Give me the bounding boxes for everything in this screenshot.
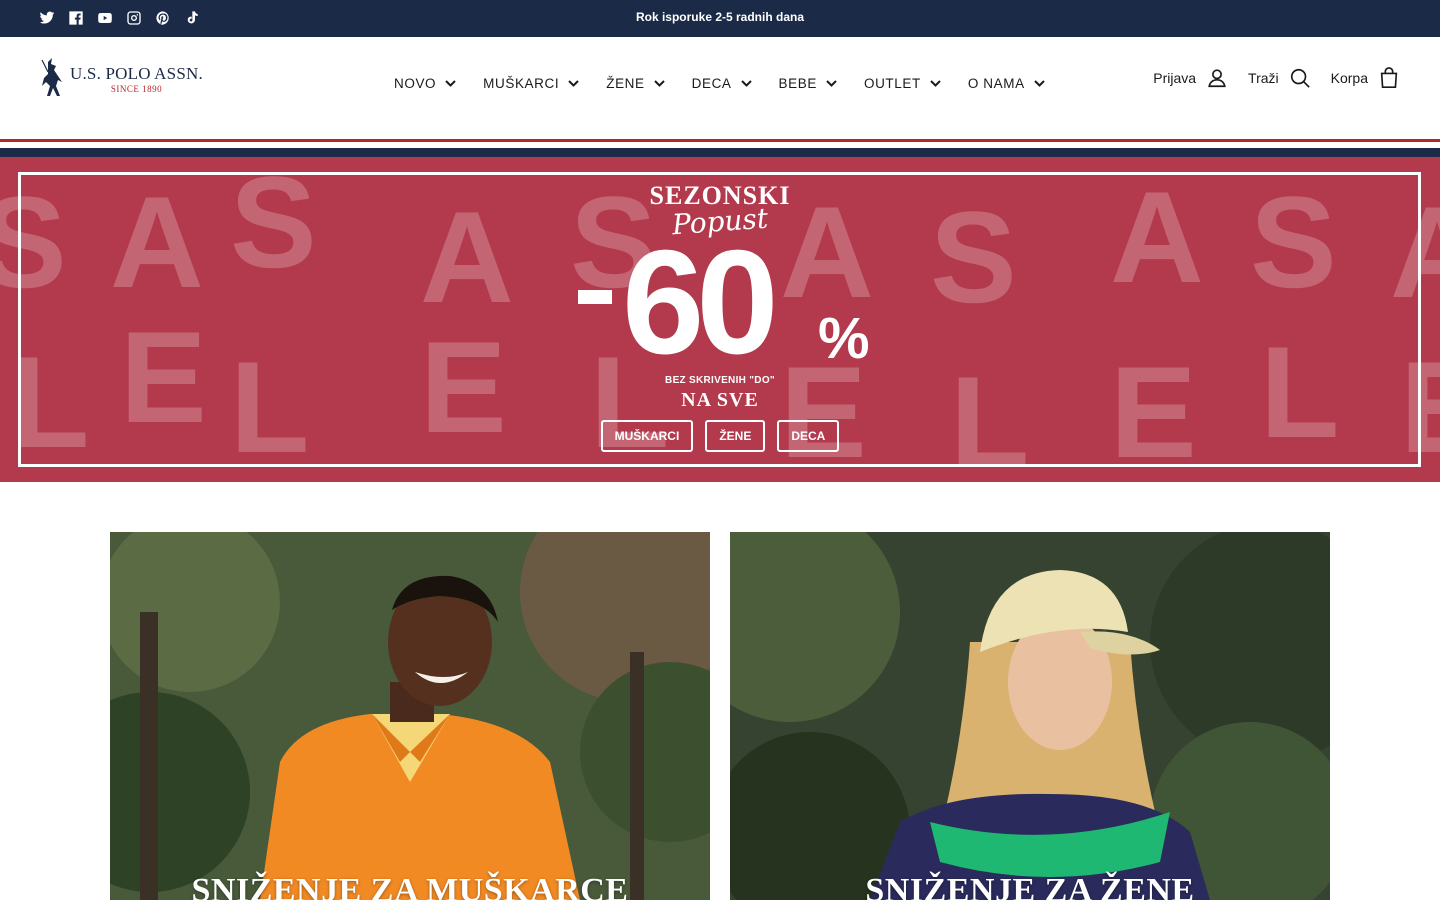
nav-item-o-nama[interactable]: O NAMA	[968, 76, 1045, 91]
chevron-down-icon	[930, 80, 941, 87]
cart-link[interactable]: Korpa	[1331, 67, 1400, 89]
banner-percent: %	[818, 306, 870, 371]
chevron-down-icon	[568, 80, 579, 87]
chevron-down-icon	[826, 80, 837, 87]
nav-item-zene[interactable]: ŽENE	[606, 76, 665, 91]
top-announcement-bar: Rok isporuke 2-5 radnih dana	[0, 0, 1440, 37]
banner-subtitle: NA SVE	[681, 389, 759, 411]
men-sale-photo	[110, 532, 710, 900]
nav-item-outlet[interactable]: OUTLET	[864, 76, 941, 91]
banner-button-deca[interactable]: DECA	[777, 420, 840, 452]
sale-banner[interactable]: S A S A S A S A S A L E L E L E L E L E …	[0, 157, 1440, 482]
banner-minus-sign	[578, 290, 612, 304]
main-nav: NOVO MUŠKARCI ŽENE DECA BEBE OUTLET O NA…	[394, 76, 1045, 91]
nav-label: BEBE	[778, 76, 817, 91]
site-header: U.S. POLO ASSN. SINCE 1890 NOVO MUŠKARCI…	[0, 37, 1440, 137]
nav-label: O NAMA	[967, 76, 1025, 91]
polo-player-icon	[41, 58, 62, 96]
women-card-title: SNIŽENJE ZA ŽENE	[865, 872, 1195, 900]
login-label: Prijava	[1153, 70, 1197, 86]
nav-label: MUŠKARCI	[483, 76, 560, 91]
nav-item-muskarci[interactable]: MUŠKARCI	[483, 76, 579, 91]
category-card-men[interactable]: SNIŽENJE ZA MUŠKARCE	[110, 532, 710, 900]
header-stripe-red	[0, 139, 1440, 142]
banner-buttons: MUŠKARCI ŽENE DECA	[0, 420, 1440, 452]
nav-item-bebe[interactable]: BEBE	[779, 76, 837, 91]
nav-label: OUTLET	[863, 76, 921, 91]
banner-note: BEZ SKRIVENIH "DO"	[665, 375, 775, 386]
announcement-text: Rok isporuke 2-5 radnih dana	[635, 10, 805, 24]
shopping-bag-icon	[1380, 67, 1398, 88]
nav-label: ŽENE	[606, 76, 645, 91]
category-card-women[interactable]: SNIŽENJE ZA ŽENE	[730, 532, 1330, 900]
search-icon	[1290, 68, 1310, 88]
cart-label: Korpa	[1330, 70, 1368, 86]
banner-button-zene[interactable]: ŽENE	[705, 420, 766, 452]
user-icon	[1208, 69, 1226, 88]
brand-logo[interactable]: U.S. POLO ASSN. SINCE 1890	[38, 56, 203, 102]
nav-label: NOVO	[394, 76, 437, 91]
nav-item-novo[interactable]: NOVO	[394, 76, 456, 91]
men-card-title: SNIŽENJE ZA MUŠKARCE	[191, 872, 629, 900]
search-link[interactable]: Traži	[1248, 67, 1311, 89]
nav-label: DECA	[691, 76, 732, 91]
nav-item-deca[interactable]: DECA	[692, 76, 752, 91]
login-link[interactable]: Prijava	[1153, 67, 1228, 89]
banner-discount: 60	[622, 220, 779, 385]
women-sale-photo	[730, 532, 1330, 900]
banner-button-muskarci[interactable]: MUŠKARCI	[600, 420, 694, 452]
chevron-down-icon	[1033, 80, 1045, 87]
header-stripe-navy	[0, 148, 1440, 157]
search-label: Traži	[1248, 70, 1279, 86]
chevron-down-icon	[445, 80, 456, 87]
logo-title: U.S. POLO ASSN.	[70, 64, 203, 83]
chevron-down-icon	[740, 80, 752, 87]
chevron-down-icon	[653, 80, 665, 87]
logo-subtitle: SINCE 1890	[110, 84, 163, 94]
header-actions: Prijava Traži Korpa	[1153, 67, 1400, 89]
